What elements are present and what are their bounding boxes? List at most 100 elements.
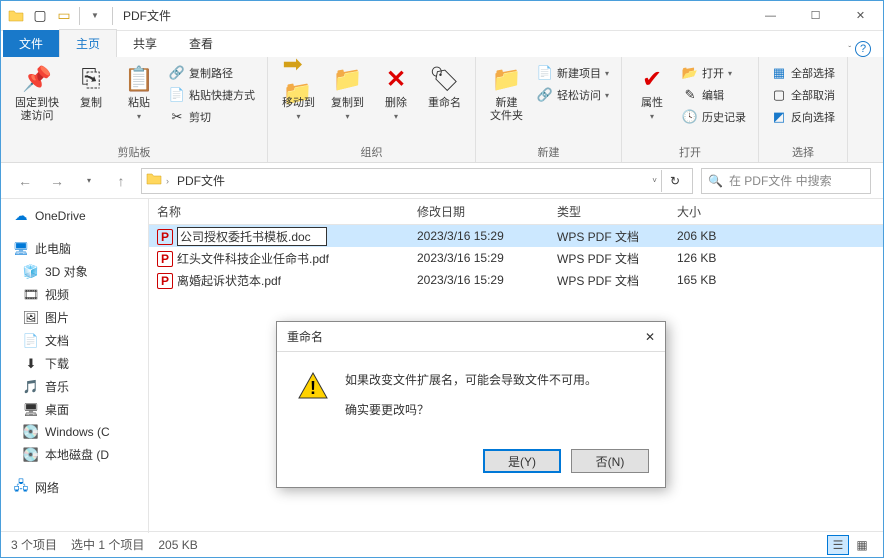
breadcrumb-dropdown[interactable]: ˅ xyxy=(652,176,657,185)
file-size: 126 KB xyxy=(669,251,749,265)
qat-dropdown-icon[interactable]: ▼ xyxy=(84,5,106,27)
ribbon-tabs: 文件 主页 共享 查看 ˇ ? xyxy=(1,31,883,57)
new-folder-icon[interactable]: ▭ xyxy=(53,5,75,27)
status-selected: 选中 1 个项目 xyxy=(71,536,144,553)
history-dropdown[interactable]: ▾ xyxy=(77,169,101,193)
col-date[interactable]: 修改日期 xyxy=(409,203,549,220)
easyaccess-button[interactable]: 🔗轻松访问 ▾ xyxy=(533,85,613,105)
tree-item-icon: 🧊 xyxy=(23,264,39,280)
col-size[interactable]: 大小 xyxy=(669,203,749,220)
properties-button[interactable]: ✔属性▾ xyxy=(630,61,674,123)
copy-button[interactable]: ⎘复制 xyxy=(69,61,113,112)
col-type[interactable]: 类型 xyxy=(549,203,669,220)
breadcrumb-segment[interactable]: PDF文件 xyxy=(173,172,229,189)
dialog-title: 重命名 xyxy=(287,328,323,345)
pasteshortcut-button[interactable]: 📄粘贴快捷方式 xyxy=(165,85,259,105)
view-details-button[interactable]: ☰ xyxy=(827,535,849,555)
tree-item[interactable]: 🎞 视频 xyxy=(1,283,148,306)
history-button[interactable]: 🕓历史记录 xyxy=(678,107,750,127)
selectnone-button[interactable]: ▢全部取消 xyxy=(767,85,839,105)
file-icon: P xyxy=(157,251,173,267)
dialog-yes-button[interactable]: 是(Y) xyxy=(483,449,561,473)
rename-button[interactable]: 🏷重命名 xyxy=(422,61,467,112)
tree-item[interactable]: 🖥桌面 xyxy=(1,398,148,421)
close-button[interactable]: ✕ xyxy=(838,1,883,31)
tree-item[interactable]: 🧊3D 对象 xyxy=(1,260,148,283)
chevron-right-icon[interactable]: › xyxy=(166,176,169,186)
tab-view[interactable]: 查看 xyxy=(173,30,229,57)
selectnone-icon: ▢ xyxy=(771,87,787,103)
navigation-pane[interactable]: ☁OneDrive 🖥此电脑 🧊3D 对象🎞视频🖼图片📄文档⬇下载🎵音乐🖥桌面💽… xyxy=(1,199,149,533)
copypath-button[interactable]: 🔗复制路径 xyxy=(165,63,259,83)
tree-item-icon: 💽 xyxy=(23,424,39,440)
file-date: 2023/3/16 15:29 xyxy=(409,229,549,243)
dialog-titlebar[interactable]: 重命名 ✕ xyxy=(277,322,665,352)
folder-icon xyxy=(146,171,162,190)
file-row[interactable]: P红头文件科技企业任命书.pdf 2023/3/16 15:29 WPS PDF… xyxy=(149,247,883,269)
minimize-button[interactable]: — xyxy=(748,1,793,31)
window-controls: — ☐ ✕ xyxy=(748,1,883,31)
tab-share[interactable]: 共享 xyxy=(117,30,173,57)
view-icons-button[interactable]: ▦ xyxy=(851,535,873,555)
status-count: 3 个项目 xyxy=(11,536,57,553)
back-button[interactable]: ← xyxy=(13,169,37,193)
properties-icon[interactable]: ▢ xyxy=(29,5,51,27)
tree-item[interactable]: 💽Windows (C xyxy=(1,421,148,443)
edit-icon: ✎ xyxy=(682,87,698,103)
tree-onedrive[interactable]: ☁OneDrive xyxy=(1,205,148,227)
tree-item[interactable]: 💽本地磁盘 (D xyxy=(1,443,148,466)
refresh-button[interactable]: ↻ xyxy=(661,170,688,192)
copyto-button[interactable]: 📁复制到▾ xyxy=(325,61,370,123)
rename-input[interactable]: 公司授权委托书模板.doc xyxy=(177,227,327,246)
collapse-ribbon-icon[interactable]: ˇ xyxy=(848,45,851,54)
delete-button[interactable]: ✕删除▾ xyxy=(374,61,418,123)
tree-thispc[interactable]: 🖥此电脑 xyxy=(1,237,148,260)
file-date: 2023/3/16 15:29 xyxy=(409,273,549,287)
tab-home[interactable]: 主页 xyxy=(59,29,117,57)
tree-item[interactable]: ⬇下载 xyxy=(1,352,148,375)
col-name[interactable]: 名称 xyxy=(149,203,409,220)
pin-button[interactable]: 📌固定到快 速访问 xyxy=(9,61,65,125)
group-label: 组织 xyxy=(276,142,467,160)
newfolder-button[interactable]: 📁新建 文件夹 xyxy=(484,61,529,125)
tree-item[interactable]: 🎵音乐 xyxy=(1,375,148,398)
invertsel-button[interactable]: ◩反向选择 xyxy=(767,107,839,127)
tree-item-icon: 🖼 xyxy=(23,310,39,326)
maximize-button[interactable]: ☐ xyxy=(793,1,838,31)
cut-button[interactable]: ✂剪切 xyxy=(165,107,259,127)
window-title: PDF文件 xyxy=(115,7,748,24)
edit-button[interactable]: ✎编辑 xyxy=(678,85,750,105)
ribbon-group-open: ✔属性▾ 📂打开 ▾ ✎编辑 🕓历史记录 打开 xyxy=(622,57,759,162)
tree-item-icon: 🎞 xyxy=(23,287,39,303)
tree-item-label: 视频 xyxy=(45,286,69,303)
selectall-button[interactable]: ▦全部选择 xyxy=(767,63,839,83)
tree-item[interactable]: 🖼图片 xyxy=(1,306,148,329)
address-bar: ← → ▾ ↑ › PDF文件 ˅ ↻ 🔍 在 PDF文件 中搜索 xyxy=(1,163,883,199)
tree-item[interactable]: 📄文档 xyxy=(1,329,148,352)
tree-item-icon: 📄 xyxy=(23,333,39,349)
open-button[interactable]: 📂打开 ▾ xyxy=(678,63,750,83)
properties-icon: ✔ xyxy=(636,63,668,95)
tab-file[interactable]: 文件 xyxy=(3,30,59,57)
forward-button[interactable]: → xyxy=(45,169,69,193)
tree-item-label: 下载 xyxy=(45,355,69,372)
file-row[interactable]: P离婚起诉状范本.pdf 2023/3/16 15:29 WPS PDF 文档 … xyxy=(149,269,883,291)
dialog-close-button[interactable]: ✕ xyxy=(645,330,655,344)
moveto-button[interactable]: ➡📁移动到▾ xyxy=(276,61,321,123)
breadcrumb[interactable]: › PDF文件 ˅ ↻ xyxy=(141,168,693,194)
newitem-button[interactable]: 📄新建项目 ▾ xyxy=(533,63,613,83)
cloud-icon: ☁ xyxy=(13,208,29,224)
invertsel-icon: ◩ xyxy=(771,109,787,125)
search-icon: 🔍 xyxy=(708,174,723,188)
tree-network[interactable]: 🖧网络 xyxy=(1,476,148,499)
file-date: 2023/3/16 15:29 xyxy=(409,251,549,265)
search-input[interactable]: 🔍 在 PDF文件 中搜索 xyxy=(701,168,871,194)
dialog-no-button[interactable]: 否(N) xyxy=(571,449,649,473)
up-button[interactable]: ↑ xyxy=(109,169,133,193)
file-row[interactable]: P公司授权委托书模板.doc 2023/3/16 15:29 WPS PDF 文… xyxy=(149,225,883,247)
dialog-message: 如果改变文件扩展名，可能会导致文件不可用。 确实要更改吗？ xyxy=(345,370,597,421)
folder-icon xyxy=(5,5,27,27)
help-icon[interactable]: ? xyxy=(855,41,871,57)
file-size: 165 KB xyxy=(669,273,749,287)
paste-button[interactable]: 📋粘贴▾ xyxy=(117,61,161,123)
